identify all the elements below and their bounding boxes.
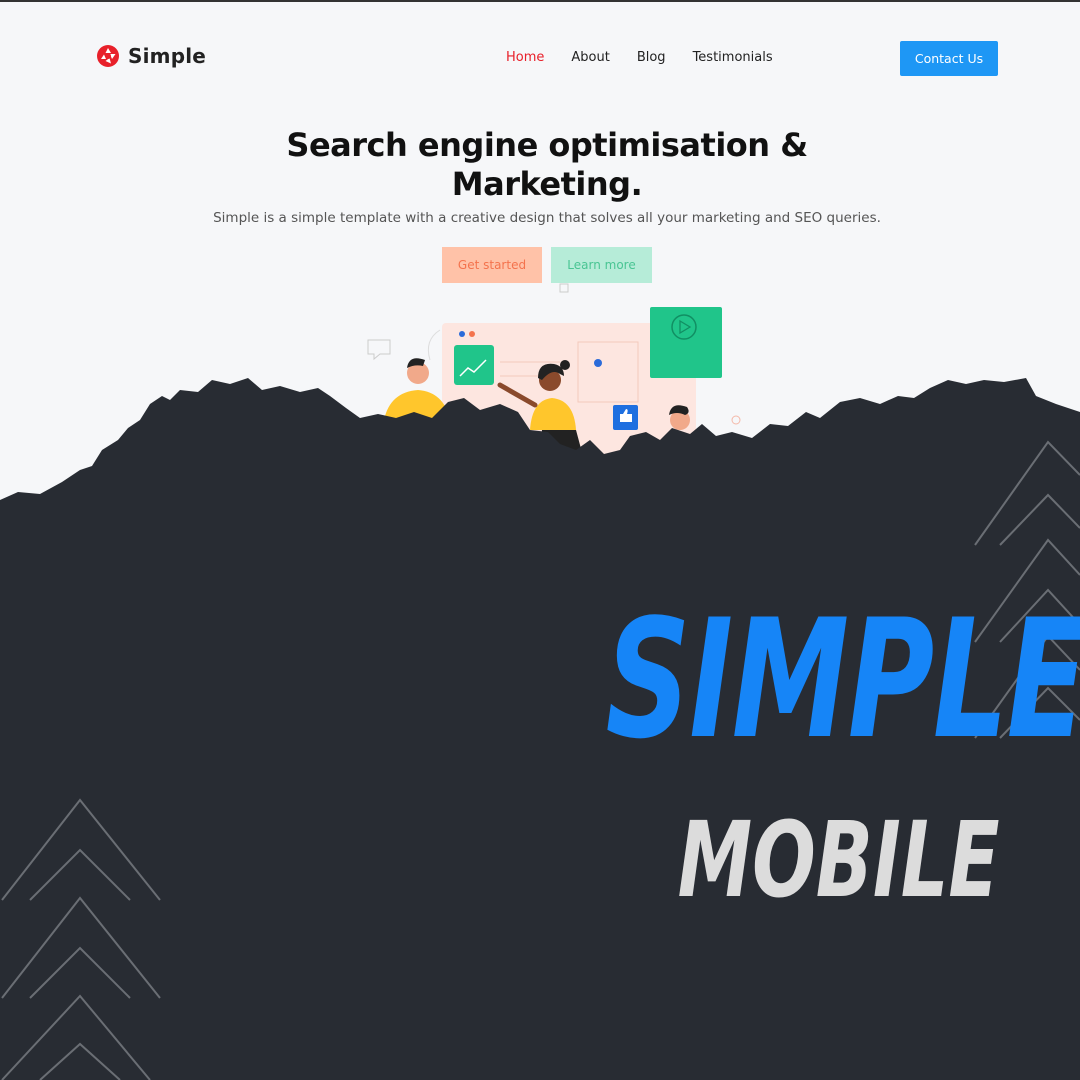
promo-headline: SIMPLE [605, 584, 1080, 775]
chart-card [454, 345, 494, 385]
video-card [650, 307, 722, 378]
promo-subheadline: MOBILE [677, 799, 1000, 921]
